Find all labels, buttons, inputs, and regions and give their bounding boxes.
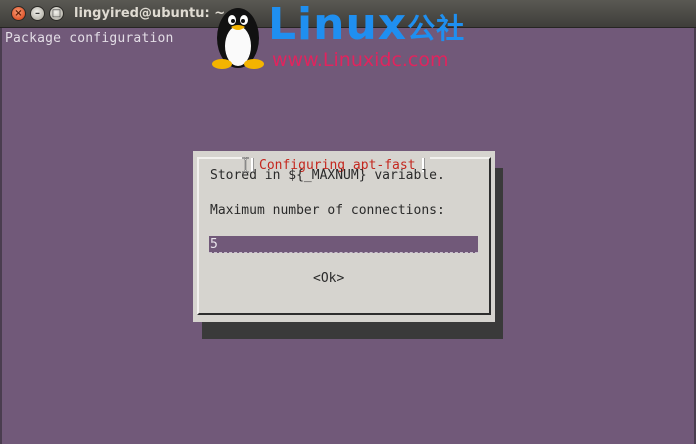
- config-dialog: Configuring apt-fast Stored in ${_MAXNUM…: [193, 151, 495, 322]
- maximize-icon[interactable]: □: [49, 6, 64, 21]
- close-icon[interactable]: ×: [11, 6, 26, 21]
- watermark-logo-text: Linux: [268, 0, 408, 50]
- window-title: lingyired@ubuntu: ~: [74, 6, 226, 21]
- minimize-icon[interactable]: –: [30, 6, 45, 21]
- terminal-header-text: Package configuration: [5, 31, 174, 46]
- max-connections-input[interactable]: 5: [209, 236, 478, 253]
- ok-button[interactable]: <Ok>: [313, 271, 344, 286]
- ibeam-cursor-icon: [242, 157, 249, 173]
- watermark-logo: Linux公社 www.Linuxidc.com: [206, 0, 506, 78]
- dialog-prompt: Maximum number of connections:: [210, 203, 445, 218]
- watermark-url: www.Linuxidc.com: [272, 49, 449, 71]
- watermark-logo-suffix: 公社: [407, 12, 466, 45]
